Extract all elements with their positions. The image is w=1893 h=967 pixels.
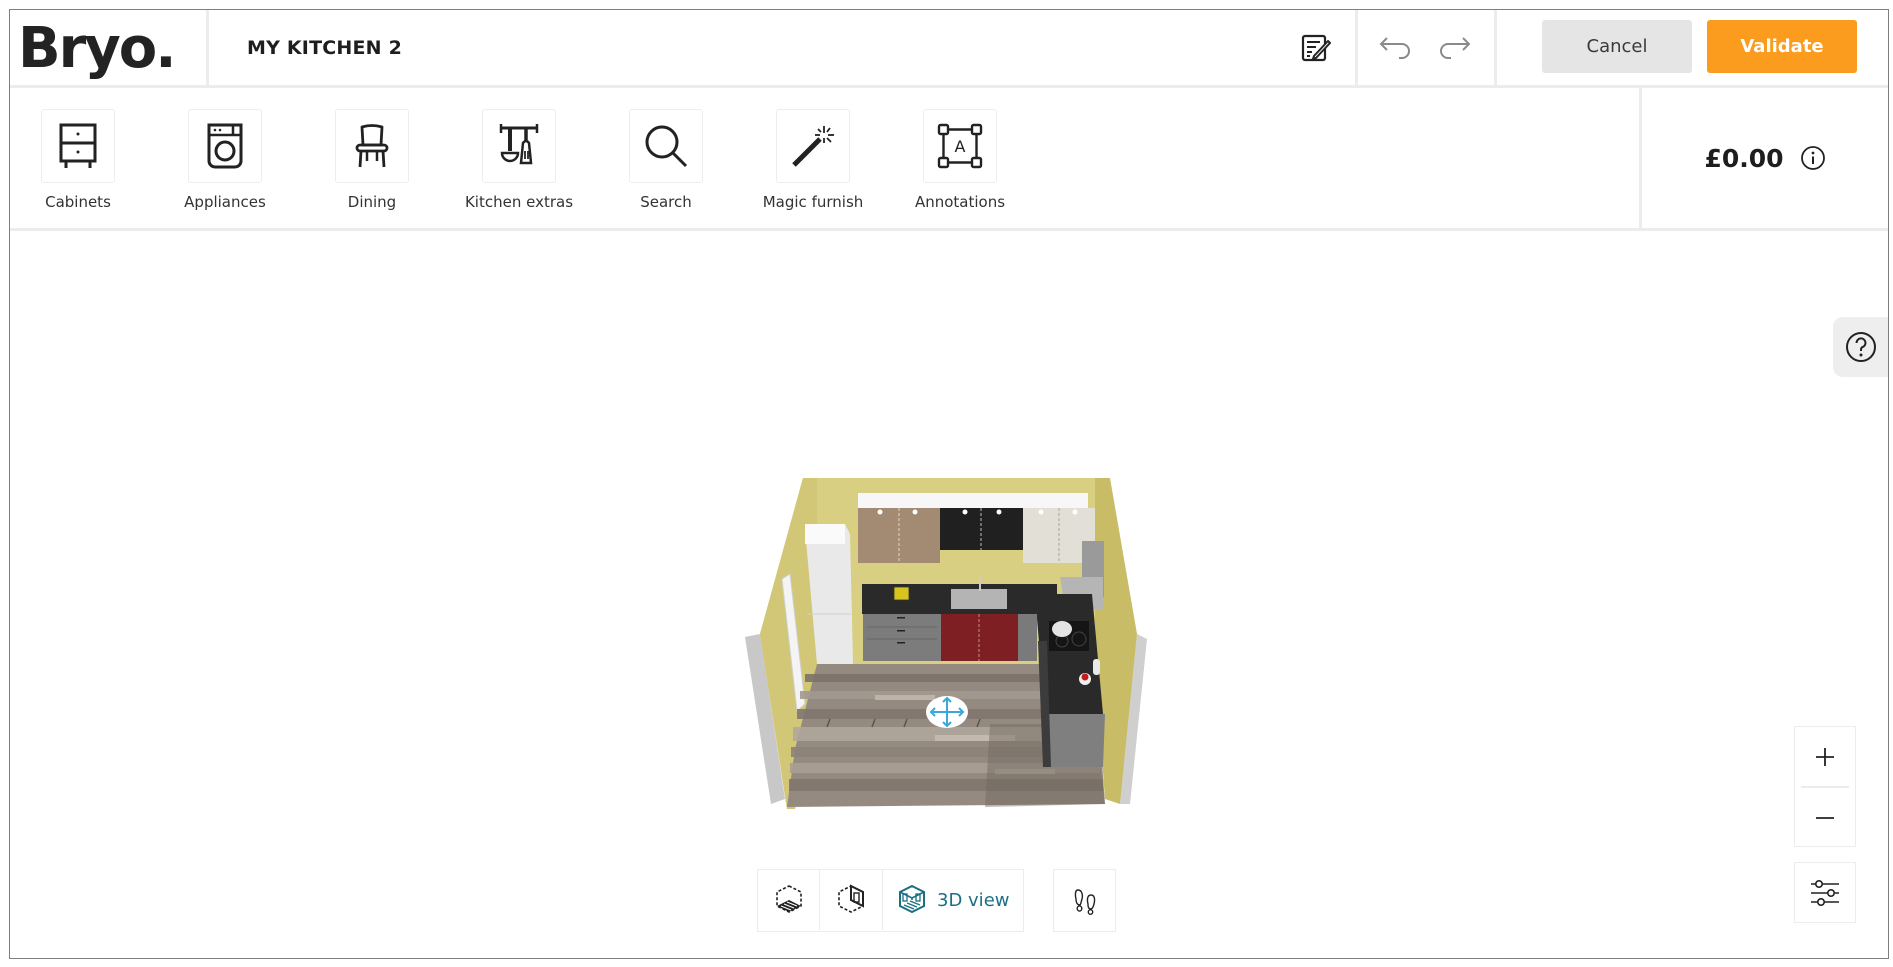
header-divider: [206, 10, 209, 86]
view-mode-3d[interactable]: 3D view: [883, 870, 1023, 930]
notes-button[interactable]: [1297, 29, 1335, 67]
redo-button[interactable]: [1436, 29, 1474, 67]
zoom-controls: [1794, 726, 1856, 847]
lower-cabinet-right: [1047, 714, 1105, 767]
footsteps-icon: [1074, 888, 1095, 915]
tool-kitchen-extras[interactable]: Kitchen extras: [454, 88, 584, 228]
help-button[interactable]: [1833, 317, 1888, 377]
zoom-in-button[interactable]: [1795, 727, 1854, 786]
tool-icon-box: [188, 109, 262, 183]
cabinet-icon: [59, 123, 97, 168]
tool-icon-box: [335, 109, 409, 183]
tool-search[interactable]: Search: [601, 88, 731, 228]
price-panel: £0.00: [1639, 88, 1888, 228]
app-frame: Bryo. MY KITCHEN 2 Cancel Validate Cabin…: [9, 9, 1889, 959]
kitchen-3d-scene[interactable]: [735, 469, 1155, 819]
view-mode-2d-plan[interactable]: [758, 870, 820, 930]
tool-icon-box: [629, 109, 703, 183]
walkthrough-button[interactable]: [1053, 869, 1116, 932]
tool-icon-box: A: [923, 109, 997, 183]
display-settings-button[interactable]: [1794, 862, 1856, 923]
annotation-icon: A: [937, 123, 983, 169]
design-canvas[interactable]: 3D view: [10, 234, 1888, 958]
plus-icon: [1815, 747, 1834, 766]
lower-cabinet-grey: [863, 614, 941, 661]
tool-label: Cabinets: [45, 193, 111, 211]
cancel-button[interactable]: Cancel: [1542, 20, 1692, 73]
validate-button[interactable]: Validate: [1707, 20, 1857, 73]
tool-dining[interactable]: Dining: [307, 88, 437, 228]
minus-icon: [1815, 816, 1834, 819]
total-price: £0.00: [1704, 143, 1784, 173]
brand-logo[interactable]: Bryo.: [18, 10, 208, 86]
view-mode-switcher: 3D view: [757, 869, 1025, 932]
view-mode-3d-label: 3D view: [937, 889, 1010, 911]
undo-button[interactable]: [1376, 29, 1414, 67]
project-title[interactable]: MY KITCHEN 2: [247, 10, 402, 86]
help-icon: [1845, 332, 1876, 362]
magic-wand-icon: [792, 126, 834, 167]
washing-machine-icon: [207, 123, 243, 169]
tool-label: Dining: [347, 193, 397, 211]
tool-icon-box: [776, 109, 850, 183]
sink: [951, 589, 1007, 609]
tool-label: Annotations: [914, 193, 1006, 211]
tool-cabinets[interactable]: Cabinets: [13, 88, 143, 228]
tool-annotations[interactable]: A Annotations: [895, 88, 1025, 228]
cooking-pot: [1052, 621, 1072, 637]
catalog-toolbar: Cabinets Appliances Dining Kitchen extra…: [10, 88, 1888, 231]
3d-view-icon: [899, 884, 925, 914]
tool-label: Search: [640, 193, 692, 211]
tool-appliances[interactable]: Appliances: [160, 88, 290, 228]
view-mode-elevation[interactable]: [820, 870, 883, 930]
tool-icon-box: [482, 109, 556, 183]
undo-arrow-icon: [1379, 37, 1410, 59]
info-icon[interactable]: [1800, 145, 1826, 171]
utensils-rack-icon: [499, 124, 539, 165]
redo-arrow-icon: [1440, 37, 1471, 59]
sliders-icon: [1811, 879, 1839, 906]
move-handle[interactable]: [926, 696, 968, 728]
wall-elevation-icon: [838, 884, 864, 913]
floor-plan-2d-icon: [775, 885, 802, 913]
tool-label: Kitchen extras: [464, 193, 574, 211]
svg-text:A: A: [955, 137, 966, 156]
fruit-bowl: [893, 586, 910, 601]
header-divider: [1494, 10, 1497, 86]
header-divider: [1355, 10, 1358, 86]
zoom-out-button[interactable]: [1795, 788, 1854, 847]
tool-magic-furnish[interactable]: Magic furnish: [748, 88, 878, 228]
lower-cabinet-red: [941, 614, 1018, 661]
tool-label: Magic furnish: [762, 193, 864, 211]
search-icon: [645, 125, 688, 168]
header-bar: Bryo. MY KITCHEN 2 Cancel Validate: [10, 10, 1888, 88]
tool-icon-box: [41, 109, 115, 183]
notes-edit-icon: [1301, 34, 1331, 62]
chair-icon: [355, 124, 389, 168]
tool-label: Appliances: [184, 193, 266, 211]
